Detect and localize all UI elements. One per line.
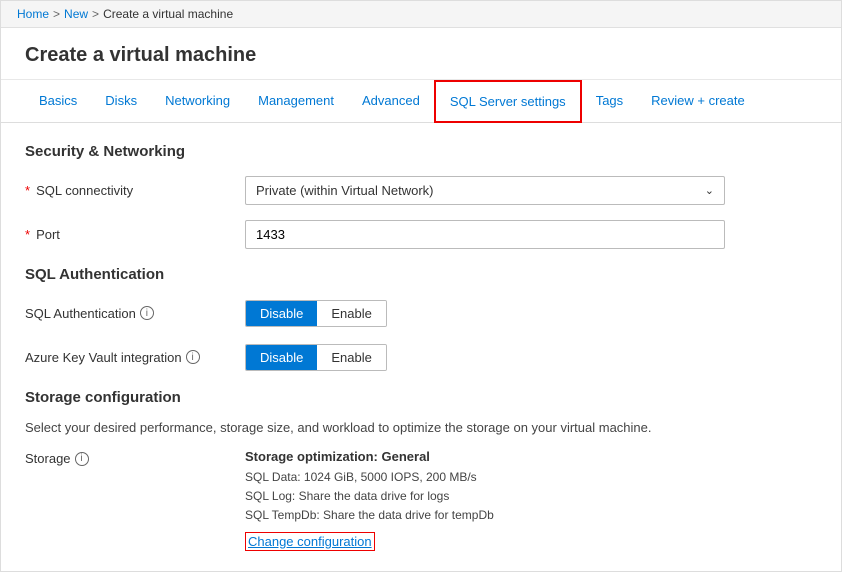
sql-connectivity-label: * SQL connectivity [25,183,245,198]
port-label: * Port [25,227,245,242]
azure-key-vault-row: Azure Key Vault integration i Disable En… [25,341,817,373]
storage-config-description: Select your desired performance, storage… [25,420,817,435]
tab-networking[interactable]: Networking [151,81,244,122]
storage-config-section: Storage configuration Select your desire… [25,389,817,551]
section-storage-config-title: Storage configuration [25,389,817,406]
storage-detail-2: SQL TempDb: Share the data drive for tem… [245,506,817,525]
section-sql-authentication-title: SQL Authentication [25,266,817,283]
storage-detail-0: SQL Data: 1024 GiB, 5000 IOPS, 200 MB/s [245,468,817,487]
azure-key-vault-toggle-group: Disable Enable [245,344,387,371]
sql-auth-info-icon[interactable]: i [140,306,154,320]
breadcrumb-new[interactable]: New [64,7,88,21]
tab-basics[interactable]: Basics [25,81,91,122]
sql-connectivity-dropdown[interactable]: Private (within Virtual Network) ⌄ [245,176,725,205]
storage-info-box: Storage optimization: General SQL Data: … [245,449,817,551]
sql-connectivity-row: * SQL connectivity Private (within Virtu… [25,174,817,206]
section-security-networking-title: Security & Networking [25,143,817,160]
storage-info-icon[interactable]: i [75,452,89,466]
tab-disks[interactable]: Disks [91,81,151,122]
azure-key-vault-label: Azure Key Vault integration i [25,350,245,365]
chevron-down-icon: ⌄ [705,184,714,197]
port-required-star: * [25,227,30,242]
port-input[interactable] [245,220,725,249]
page-title: Create a virtual machine [25,44,817,67]
storage-detail-1: SQL Log: Share the data drive for logs [245,487,817,506]
sql-auth-row: SQL Authentication i Disable Enable [25,297,817,329]
page-container: Home > New > Create a virtual machine Cr… [0,0,842,572]
sql-auth-toggle-group: Disable Enable [245,300,387,327]
breadcrumb-current: Create a virtual machine [103,7,233,21]
port-control [245,220,817,249]
tab-advanced[interactable]: Advanced [348,81,434,122]
azure-key-vault-info-icon[interactable]: i [186,350,200,364]
azure-key-vault-disable-button[interactable]: Disable [246,345,317,370]
sql-auth-control: Disable Enable [245,300,817,327]
storage-label: Storage i [25,449,245,466]
storage-row: Storage i Storage optimization: General … [25,449,817,551]
port-row: * Port [25,218,817,250]
breadcrumb-home[interactable]: Home [17,7,49,21]
tabs-bar: Basics Disks Networking Management Advan… [1,80,841,123]
content-area: Security & Networking * SQL connectivity… [1,123,841,571]
sql-connectivity-control: Private (within Virtual Network) ⌄ [245,176,817,205]
change-configuration-link[interactable]: Change configuration [245,532,375,551]
sql-auth-disable-button[interactable]: Disable [246,301,317,326]
tab-management[interactable]: Management [244,81,348,122]
sql-connectivity-required-star: * [25,183,30,198]
breadcrumb-sep-1: > [53,7,60,21]
sql-auth-label: SQL Authentication i [25,306,245,321]
tab-tags[interactable]: Tags [582,81,637,122]
azure-key-vault-control: Disable Enable [245,344,817,371]
storage-optimization-title: Storage optimization: General [245,449,817,464]
sql-auth-enable-button[interactable]: Enable [317,301,385,326]
breadcrumb: Home > New > Create a virtual machine [1,1,841,28]
page-header: Create a virtual machine [1,28,841,80]
tab-review-create[interactable]: Review + create [637,81,759,122]
tab-sql-server-settings[interactable]: SQL Server settings [434,80,582,123]
breadcrumb-sep-2: > [92,7,99,21]
azure-key-vault-enable-button[interactable]: Enable [317,345,385,370]
